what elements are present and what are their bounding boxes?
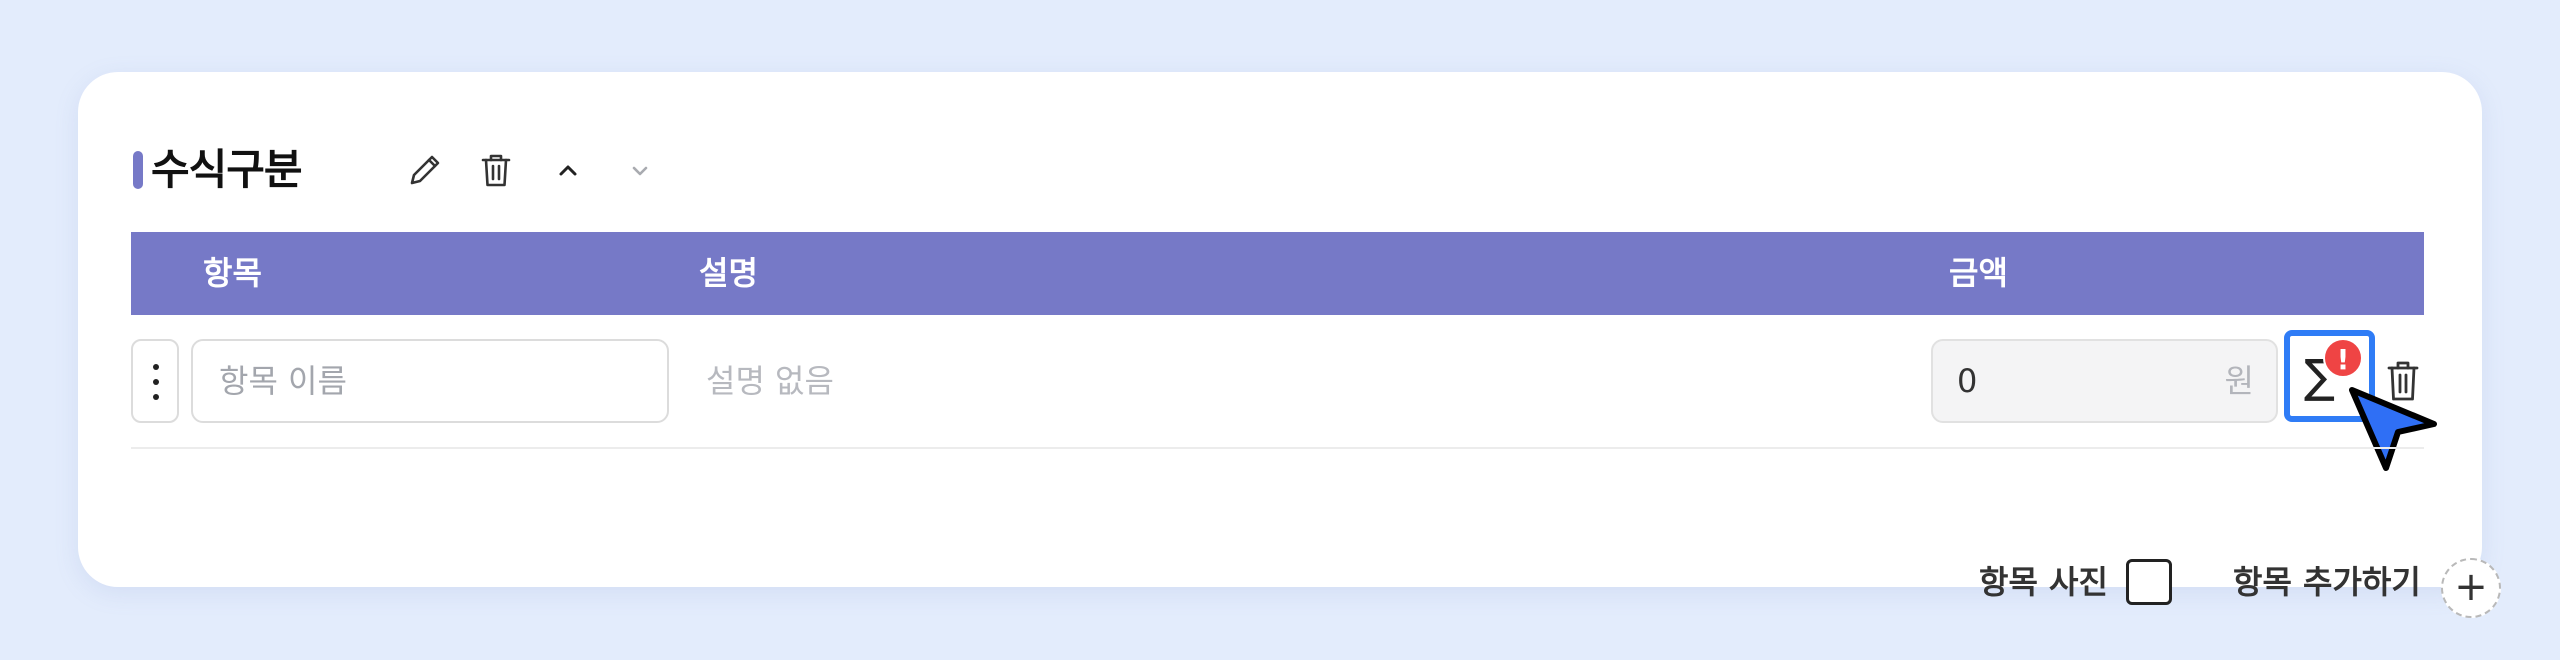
amount-unit: 원	[2224, 362, 2254, 400]
column-header-description: 설명	[699, 254, 758, 292]
pencil-icon[interactable]	[403, 148, 447, 192]
section-card: 수식구분 항목 설명 금액 항목 이름 설명 없음 0 원 ∑ ! 항목 사진 …	[78, 72, 2501, 618]
add-item-label[interactable]: 항목 추가하기	[2233, 556, 2421, 608]
amount-field[interactable]: 0 원	[1931, 339, 2278, 423]
drag-handle[interactable]	[131, 339, 179, 423]
mouse-cursor-icon	[2346, 384, 2442, 480]
add-item-button[interactable]: +	[2441, 558, 2501, 618]
table-header: 항목 설명 금액	[131, 232, 2424, 315]
item-photo-label: 항목 사진	[1979, 563, 2108, 601]
amount-value: 0	[1957, 362, 1978, 400]
trash-icon[interactable]	[474, 148, 518, 192]
column-header-amount: 금액	[1949, 254, 2008, 292]
column-header-item: 항목	[203, 254, 262, 292]
accent-bar	[133, 151, 143, 189]
chevron-up-icon[interactable]	[546, 148, 590, 192]
row-divider	[131, 447, 2424, 449]
section-title: 수식구분	[151, 145, 303, 194]
alert-badge: !	[2323, 338, 2363, 378]
chevron-down-icon[interactable]	[618, 148, 662, 192]
description-text[interactable]: 설명 없음	[706, 339, 834, 423]
item-photo-checkbox[interactable]	[2126, 559, 2172, 605]
section-header: 수식구분	[131, 142, 831, 198]
item-name-input[interactable]	[191, 339, 669, 423]
